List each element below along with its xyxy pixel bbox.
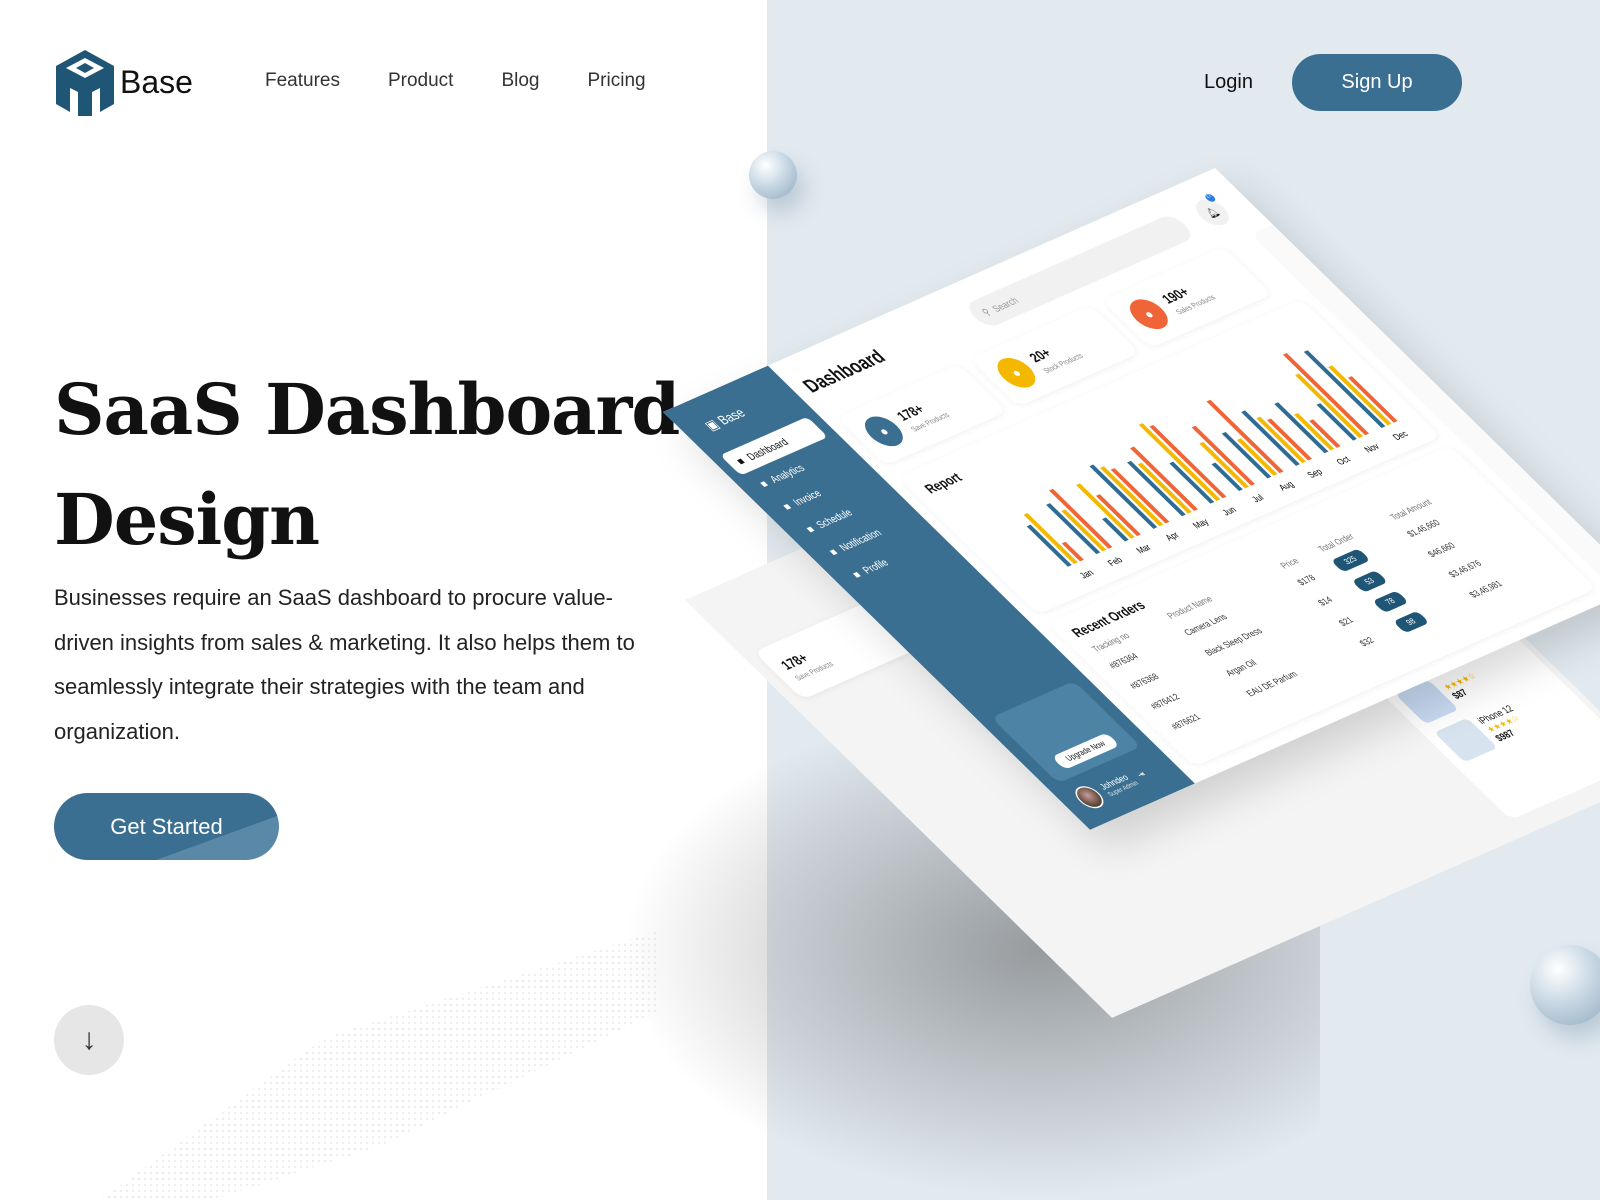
order-count-pill: 98 [1392,610,1430,634]
cell-text: Argan Oil [1222,657,1260,679]
logo[interactable]: Base [54,48,193,116]
cell-text: $14 [1315,594,1336,608]
cell-text: #876368 [1127,671,1162,692]
sidebar-item-label: Invoice [789,487,825,508]
chart-bar [1149,424,1227,499]
get-started-button[interactable]: Get Started [54,793,279,860]
chart-bar [1023,513,1078,565]
chart-bar [1137,462,1192,514]
nav-features[interactable]: Features [265,70,340,92]
cell-text: #876621 [1168,711,1203,732]
x-tick-label: Jul [1249,492,1266,504]
logout-icon[interactable]: ⇥ [1134,769,1148,780]
chart-bar [1316,403,1357,441]
sidebar-item-label: Schedule [812,506,855,531]
dot-pattern [100,930,660,1200]
decorative-sphere [1530,945,1600,1025]
chart-icon: ■ [756,477,771,490]
notification-button[interactable]: 🔔︎ 17 [1189,192,1236,230]
scroll-down-button[interactable]: ↓ [54,1005,124,1075]
chart-bar [1294,413,1335,451]
chart-bar [1138,423,1221,501]
login-link[interactable]: Login [1204,71,1253,94]
x-tick-label: Sep [1305,466,1325,479]
nav-product[interactable]: Product [388,70,453,92]
signup-button[interactable]: Sign Up [1292,54,1462,111]
dashboard-title: Dashboard [797,345,891,397]
chart-bar [1236,438,1278,476]
user-icon: ■ [849,568,864,581]
x-tick-label: Mar [1134,542,1154,555]
nav-pricing[interactable]: Pricing [588,70,646,92]
upgrade-button[interactable]: Upgrade Now [1051,732,1120,770]
bell-icon: ■ [825,545,841,558]
chart-bar [1295,373,1364,438]
cell-text: #876364 [1106,650,1141,671]
logo-text: Base [120,63,193,100]
x-tick-label: May [1190,517,1211,531]
x-tick-label: Oct [1334,454,1353,467]
cell-text: $21 [1336,614,1356,629]
hero-description: Businesses require an SaaS dashboard to … [54,585,635,744]
cell-text: $178 [1294,572,1319,588]
logo-icon [56,50,114,116]
calendar-icon: ■ [802,523,818,535]
chart-bar [1303,350,1386,429]
x-tick-label: Jun [1220,505,1239,518]
nav-blog[interactable]: Blog [501,70,539,92]
hero-title: SaaS Dashboard Design [54,368,680,561]
x-tick-label: Aug [1276,479,1296,492]
x-tick-label: Apr [1163,530,1182,543]
search-placeholder: Search [988,294,1021,314]
sidebar-item-label: Profile [859,556,892,576]
invoice-icon: ■ [779,500,795,513]
sidebar-item-label: Analytics [766,461,808,485]
notification-badge: 17 [1203,192,1218,203]
arrow-down-icon: ↓ [81,1023,97,1056]
x-tick-label: Jan [1077,568,1096,581]
x-tick-label: Feb [1105,555,1125,568]
bell-icon: 🔔︎ [1202,205,1222,220]
main-nav: Features Product Blog Pricing [265,70,646,92]
sidebar-item-label: Notification [836,526,885,554]
grid-icon: ■ [733,455,748,467]
cell-text: $46,660 [1425,540,1458,560]
decorative-sphere [749,151,797,199]
x-tick-label: Nov [1362,441,1382,454]
sidebar-item-label: Dashboard [743,435,792,463]
x-tick-label: Dec [1390,428,1410,441]
cell-text: $32 [1356,635,1377,649]
cell-text: #876412 [1147,691,1183,712]
cell-text: $3,46,981 [1466,578,1505,600]
